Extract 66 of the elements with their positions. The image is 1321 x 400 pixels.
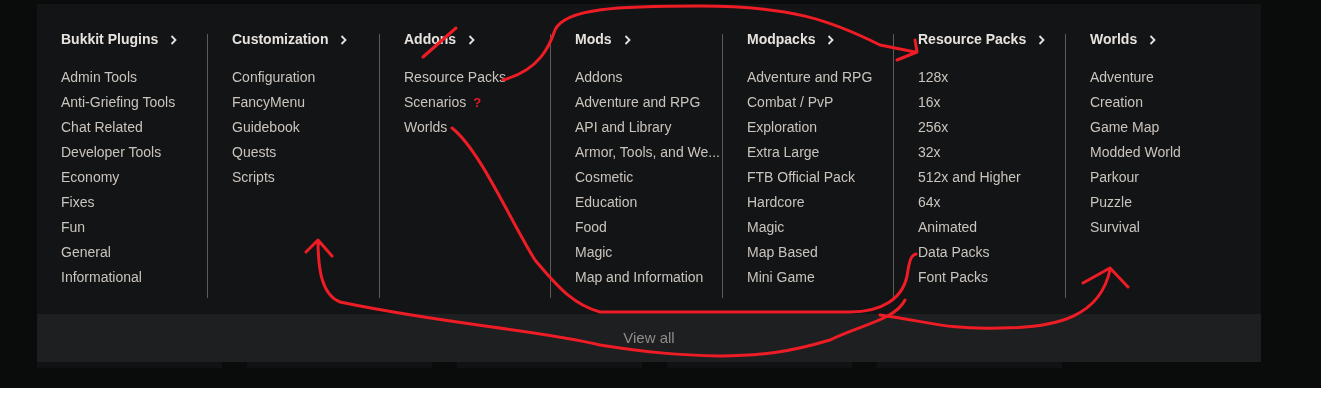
chevron-right-icon xyxy=(1149,35,1157,45)
subcategory-link[interactable]: Survival xyxy=(1090,217,1140,238)
subcategory-link[interactable]: 512x and Higher xyxy=(918,167,1021,188)
chevron-right-icon xyxy=(340,35,348,45)
subcategory-link[interactable]: Puzzle xyxy=(1090,192,1133,213)
subcategory-link[interactable]: Magic xyxy=(747,217,785,238)
subcategory-link[interactable]: Chat Related xyxy=(61,117,143,138)
subcategory-link[interactable]: Data Packs xyxy=(918,242,990,263)
subcategory-link[interactable]: Animated xyxy=(918,217,978,238)
subcategory-link[interactable]: Cosmetic xyxy=(575,167,634,188)
chevron-right-icon xyxy=(468,35,476,45)
subcategory-link[interactable]: 32x xyxy=(918,142,941,163)
subcategory-link[interactable]: Mini Game xyxy=(747,267,815,288)
subcategory-link[interactable]: Fixes xyxy=(61,192,95,213)
category-link[interactable]: Resource Packs xyxy=(918,28,1046,50)
category-link[interactable]: Mods xyxy=(575,28,631,50)
subcategory-link[interactable]: 16x xyxy=(918,92,941,113)
chevron-right-icon xyxy=(170,35,178,45)
subcategory-link[interactable]: Creation xyxy=(1090,92,1143,113)
subcategory-link[interactable]: Extra Large xyxy=(747,142,820,163)
subcategory-link[interactable]: Fun xyxy=(61,217,86,238)
subcategory-link[interactable]: Resource Packs xyxy=(404,67,506,88)
subcategory-link[interactable]: Informational xyxy=(61,267,142,288)
subcategory-link[interactable]: Modded World xyxy=(1090,142,1181,163)
subcategory-link[interactable]: Addons xyxy=(575,67,623,88)
subcategory-link[interactable]: Exploration xyxy=(747,117,818,138)
subcategory-link[interactable]: Scenarios xyxy=(404,92,467,113)
subcategory-link[interactable]: Magic xyxy=(575,242,613,263)
subcategory-link[interactable]: Map and Information xyxy=(575,267,704,288)
category-link[interactable]: Worlds xyxy=(1090,28,1157,50)
subcategory-link[interactable]: Map Based xyxy=(747,242,818,263)
category-link[interactable]: Modpacks xyxy=(747,28,835,50)
category-link[interactable]: Bukkit Plugins xyxy=(61,28,178,50)
question-mark: ? xyxy=(473,93,482,112)
subcategory-link[interactable]: Combat / PvP xyxy=(747,92,834,113)
chevron-right-icon xyxy=(623,35,631,45)
subcategory-link[interactable]: Hardcore xyxy=(747,192,805,213)
subcategory-link[interactable]: Guidebook xyxy=(232,117,300,138)
subcategory-link[interactable]: Worlds xyxy=(404,117,448,138)
subcategory-link[interactable]: Scripts xyxy=(232,167,275,188)
subcategory-link[interactable]: Anti-Griefing Tools xyxy=(61,92,176,113)
subcategory-link[interactable]: Game Map xyxy=(1090,117,1160,138)
chevron-right-icon xyxy=(1038,35,1046,45)
subcategory-link[interactable]: FancyMenu xyxy=(232,92,306,113)
subcategory-link[interactable]: Economy xyxy=(61,167,120,188)
category-link[interactable]: Customization xyxy=(232,28,348,50)
subcategory-link[interactable]: FTB Official Pack xyxy=(747,167,855,188)
subcategory-link[interactable]: Developer Tools xyxy=(61,142,162,163)
subcategory-link[interactable]: Configuration xyxy=(232,67,316,88)
subcategory-link[interactable]: General xyxy=(61,242,111,263)
subcategory-link[interactable]: 64x xyxy=(918,192,941,213)
subcategory-link[interactable]: Font Packs xyxy=(918,267,989,288)
subcategory-link[interactable]: Adventure xyxy=(1090,67,1154,88)
subcategory-link[interactable]: Education xyxy=(575,192,638,213)
subcategory-link[interactable]: Food xyxy=(575,217,607,238)
subcategory-link[interactable]: Armor, Tools, and We... xyxy=(575,142,720,163)
subcategory-link[interactable]: Admin Tools xyxy=(61,67,137,88)
subcategory-link[interactable]: Quests xyxy=(232,142,277,163)
subcategory-link[interactable]: 128x xyxy=(918,67,949,88)
subcategory-link[interactable]: 256x xyxy=(918,117,949,138)
subcategory-link[interactable]: Adventure and RPG xyxy=(747,67,873,88)
subcategory-link[interactable]: Adventure and RPG xyxy=(575,92,701,113)
view-all-button[interactable]: View all xyxy=(37,314,1261,362)
subcategory-link[interactable]: API and Library xyxy=(575,117,672,138)
chevron-right-icon xyxy=(827,35,835,45)
subcategory-link[interactable]: Parkour xyxy=(1090,167,1140,188)
